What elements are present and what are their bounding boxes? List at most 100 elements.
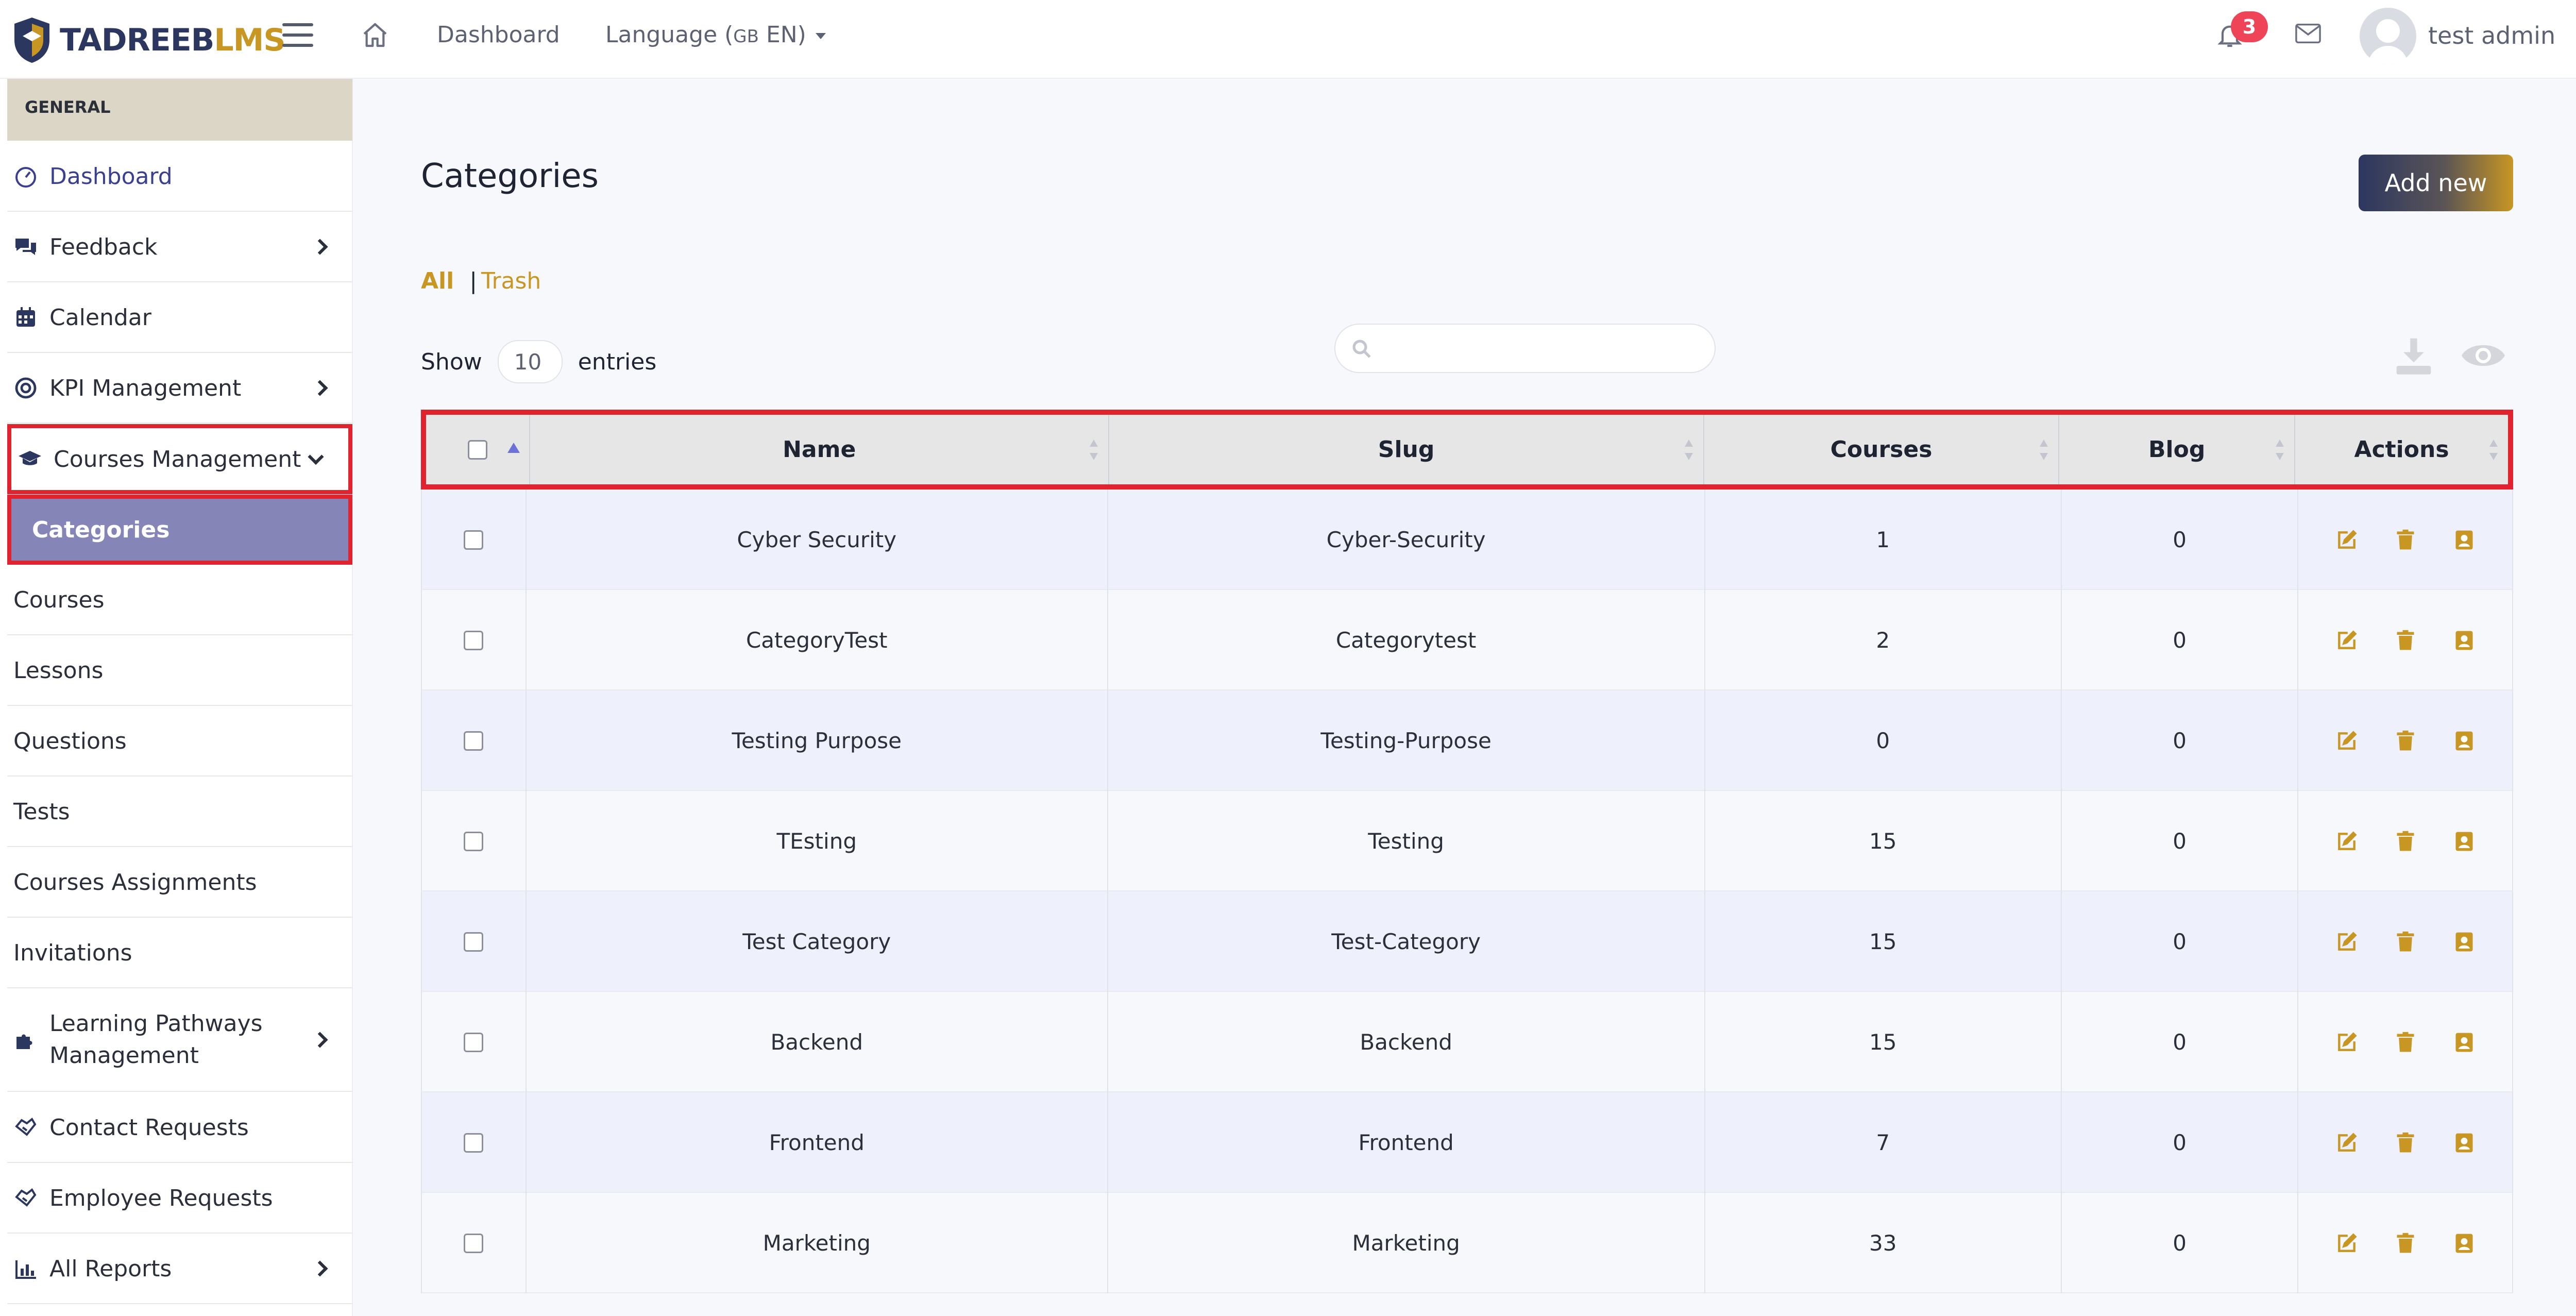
header-name[interactable]: Name — [530, 415, 1110, 484]
edit-icon[interactable] — [2335, 529, 2358, 551]
sidebar-item-label: Employee Requests — [49, 1185, 273, 1211]
table-row: Cyber Security Cyber-Security 1 0 — [421, 490, 2513, 590]
chevron-right-icon — [312, 380, 328, 396]
header-blog[interactable]: Blog — [2059, 415, 2296, 484]
sidebar-item-learning-pathways[interactable]: Learning Pathways Management — [7, 989, 352, 1092]
language-dropdown[interactable]: Language (GB EN) — [605, 22, 826, 48]
language-value: EN) — [758, 22, 806, 48]
sidebar-item-questions[interactable]: Questions — [7, 706, 352, 777]
trash-icon[interactable] — [2394, 1031, 2417, 1054]
chevron-right-icon — [312, 1032, 328, 1048]
cell-courses: 33 — [1705, 1193, 2062, 1293]
trash-icon[interactable] — [2394, 931, 2417, 953]
cell-name: Test Category — [527, 891, 1108, 992]
sidebar-item-calendar[interactable]: Calendar — [7, 283, 352, 353]
sidebar-item-label: Feedback — [49, 233, 158, 260]
sidebar-item-dashboard[interactable]: Dashboard — [7, 142, 352, 212]
filter-all-link[interactable]: All — [421, 268, 454, 294]
edit-icon[interactable] — [2335, 1232, 2358, 1255]
table-header: Name Slug Courses Blog Actions — [421, 410, 2513, 490]
header-actions[interactable]: Actions — [2295, 415, 2508, 484]
eye-icon[interactable] — [2460, 340, 2506, 371]
sort-icon — [1090, 439, 1098, 460]
download-icon[interactable] — [2393, 335, 2434, 376]
language-flag: GB — [733, 26, 759, 47]
row-checkbox[interactable] — [464, 731, 484, 751]
menu-toggle-icon[interactable] — [282, 23, 313, 49]
row-checkbox[interactable] — [464, 1133, 484, 1153]
search-input[interactable] — [1334, 324, 1716, 373]
cell-name: Testing Purpose — [527, 690, 1108, 791]
table-body: Cyber Security Cyber-Security 1 0 Catego… — [421, 490, 2513, 1293]
row-checkbox[interactable] — [464, 630, 484, 650]
sidebar-item-label: Questions — [13, 728, 127, 754]
sidebar-item-courses[interactable]: Courses — [7, 565, 352, 635]
header-courses[interactable]: Courses — [1704, 415, 2060, 484]
contact-card-icon[interactable] — [2453, 1031, 2476, 1054]
trash-icon[interactable] — [2394, 830, 2417, 853]
row-checkbox[interactable] — [464, 530, 484, 550]
sort-asc-icon[interactable] — [507, 443, 520, 453]
edit-icon[interactable] — [2335, 629, 2358, 652]
brand-logo[interactable]: TADREEBLMS — [11, 14, 286, 66]
top-dashboard-link[interactable]: Dashboard — [437, 22, 560, 48]
page-title: Categories — [421, 157, 599, 195]
contact-card-icon[interactable] — [2453, 931, 2476, 953]
edit-icon[interactable] — [2335, 830, 2358, 853]
avatar[interactable] — [2360, 8, 2416, 64]
row-checkbox[interactable] — [464, 1032, 484, 1052]
calendar-icon — [16, 307, 35, 327]
sidebar-item-invitations[interactable]: Invitations — [7, 918, 352, 988]
row-checkbox[interactable] — [464, 831, 484, 851]
home-icon[interactable] — [361, 21, 389, 49]
trash-icon[interactable] — [2394, 529, 2417, 551]
row-select-cell — [422, 690, 527, 791]
sidebar-item-kpi-management[interactable]: KPI Management — [7, 353, 352, 424]
sidebar-item-feedback[interactable]: Feedback — [7, 212, 352, 282]
sidebar-item-tests[interactable]: Tests — [7, 777, 352, 847]
contact-card-icon[interactable] — [2453, 730, 2476, 752]
user-name[interactable]: test admin — [2428, 22, 2555, 49]
edit-icon[interactable] — [2335, 1031, 2358, 1054]
contact-card-icon[interactable] — [2453, 529, 2476, 551]
row-checkbox[interactable] — [464, 932, 484, 952]
filter-trash-link[interactable]: Trash — [481, 268, 541, 294]
contact-card-icon[interactable] — [2453, 1232, 2476, 1255]
contact-card-icon[interactable] — [2453, 629, 2476, 652]
sidebar-item-label: Contact Requests — [49, 1114, 249, 1141]
sidebar-item-categories[interactable]: Categories — [7, 495, 352, 565]
row-checkbox[interactable] — [464, 1233, 484, 1253]
cell-blog: 0 — [2062, 490, 2299, 590]
sort-icon — [2040, 439, 2048, 460]
cell-name: TEsting — [527, 791, 1108, 891]
add-new-button[interactable]: Add new — [2359, 155, 2513, 211]
table-row: TEsting Testing 15 0 — [421, 791, 2513, 891]
contact-card-icon[interactable] — [2453, 1132, 2476, 1154]
trash-icon[interactable] — [2394, 730, 2417, 752]
trash-icon[interactable] — [2394, 1232, 2417, 1255]
header-slug[interactable]: Slug — [1109, 415, 1704, 484]
filter-separator: | — [469, 268, 478, 294]
cell-name: Marketing — [527, 1193, 1108, 1293]
edit-icon[interactable] — [2335, 730, 2358, 752]
chevron-right-icon — [312, 239, 328, 255]
trash-icon[interactable] — [2394, 629, 2417, 652]
edit-icon[interactable] — [2335, 931, 2358, 953]
contact-card-icon[interactable] — [2453, 830, 2476, 853]
sidebar-item-lessons[interactable]: Lessons — [7, 636, 352, 706]
sidebar-item-courses-assignments[interactable]: Courses Assignments — [7, 848, 352, 918]
trash-icon[interactable] — [2394, 1132, 2417, 1154]
edit-icon[interactable] — [2335, 1132, 2358, 1154]
sidebar-item-all-reports[interactable]: All Reports — [7, 1234, 352, 1304]
mail-icon[interactable] — [2295, 23, 2321, 44]
select-all-checkbox[interactable] — [468, 440, 487, 460]
sidebar-item-courses-management[interactable]: Courses Management — [7, 424, 352, 494]
sort-icon — [2276, 439, 2284, 460]
sidebar-item-employee-requests[interactable]: Employee Requests — [7, 1163, 352, 1234]
handshake-icon — [15, 1118, 37, 1136]
cell-blog: 0 — [2062, 690, 2299, 791]
entries-select[interactable]: 10 — [497, 340, 563, 383]
sidebar-item-contact-requests[interactable]: Contact Requests — [7, 1093, 352, 1163]
sidebar-item-label: Invitations — [13, 939, 132, 966]
sort-icon — [1684, 439, 1693, 460]
